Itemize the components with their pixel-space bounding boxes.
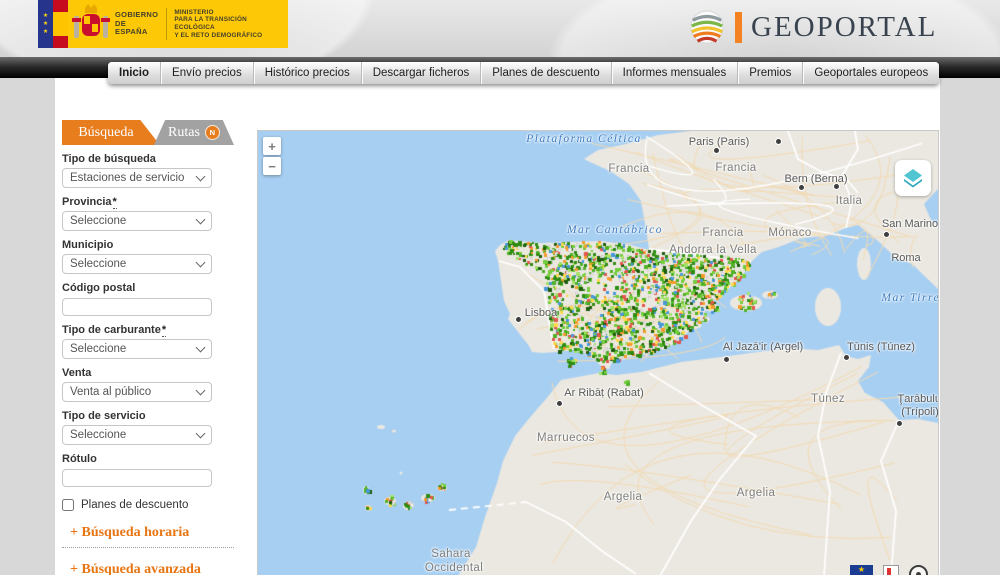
field-tipo-de-carburante: Tipo de carburante* Seleccione xyxy=(62,324,234,359)
planes-descuento-checkbox[interactable] xyxy=(62,499,74,511)
eu-flag-icon[interactable]: ★ xyxy=(850,565,873,575)
geoportal-brand: GEOPORTAL xyxy=(688,8,937,46)
chevron-down-icon xyxy=(195,257,206,268)
select-municipio[interactable]: Seleccione xyxy=(62,254,212,274)
field-tipo-de-b-squeda: Tipo de búsqueda Estaciones de servicio xyxy=(62,153,234,188)
geoportal-page: ★ ★ ★ GOBIERNO DE ESPAÑA MINISTERIO PARA… xyxy=(0,0,1000,575)
search-sidebar: Búsqueda Rutas N Tipo de búsqueda Estacion… xyxy=(62,120,234,575)
select-value: Seleccione xyxy=(70,215,127,227)
select-tipo-de-b-squeda[interactable]: Estaciones de servicio xyxy=(62,168,212,188)
link-+-b-squeda-avanzada[interactable]: + Búsqueda avanzada xyxy=(62,562,234,575)
required-asterisk: * xyxy=(161,324,167,337)
dotted-separator xyxy=(62,547,234,548)
map-canvas[interactable] xyxy=(258,131,938,575)
nav-tab-premios[interactable]: Premios xyxy=(737,62,802,84)
map-zoom-control: + − xyxy=(263,137,281,175)
select-value: Seleccione xyxy=(70,258,127,270)
field-label: Provincia* xyxy=(62,196,117,209)
select-value: Venta al público xyxy=(70,386,152,398)
report-icon[interactable] xyxy=(883,565,899,575)
nav-tab-informes-mensuales[interactable]: Informes mensuales xyxy=(610,62,738,84)
field-tipo-de-servicio: Tipo de servicio Seleccione xyxy=(62,410,234,445)
tab-busqueda[interactable]: Búsqueda xyxy=(62,120,160,145)
ministerio-text: MINISTERIO PARA LA TRANSICIÓN ECOLÓGICA … xyxy=(174,8,263,39)
select-value: Seleccione xyxy=(70,429,127,441)
spain-flag-icon xyxy=(52,0,68,48)
brand-title: GEOPORTAL xyxy=(751,10,938,43)
select-tipo-de-servicio[interactable]: Seleccione xyxy=(62,425,212,445)
nav-tab-env-o-precios[interactable]: Envío precios xyxy=(160,62,253,84)
field-label: Venta xyxy=(62,367,92,379)
select-venta[interactable]: Venta al público xyxy=(62,382,212,402)
nav-tab-descargar-ficheros[interactable]: Descargar ficheros xyxy=(360,62,481,84)
chevron-down-icon xyxy=(195,214,206,225)
map-footer-icons: ★ xyxy=(850,565,928,575)
brand-bar xyxy=(735,11,742,43)
zoom-in-button[interactable]: + xyxy=(263,137,281,155)
layers-button[interactable] xyxy=(895,160,931,196)
map-container: Plataforma Céltica Mar Cantábrico Mar Tirr… xyxy=(257,130,939,575)
field-label: Código postal xyxy=(62,282,136,294)
spain-coat-of-arms-icon xyxy=(68,0,113,48)
chevron-down-icon xyxy=(195,428,206,439)
link-+-b-squeda-horaria[interactable]: + Búsqueda horaria xyxy=(62,525,234,547)
field-venta: Venta Venta al público xyxy=(62,367,234,402)
chevron-down-icon xyxy=(195,385,206,396)
field-provincia: Provincia* Seleccione xyxy=(62,196,234,231)
field-municipio: Municipio Seleccione xyxy=(62,239,234,274)
select-value: Seleccione xyxy=(70,343,127,355)
input-c-digo-postal[interactable] xyxy=(62,298,212,316)
select-tipo-de-carburante[interactable]: Seleccione xyxy=(62,339,212,359)
nav-tab-inicio[interactable]: Inicio xyxy=(108,62,160,84)
planes-descuento-checkbox-row: Planes de descuento xyxy=(62,499,234,511)
rutas-new-badge: N xyxy=(204,125,220,140)
select-value: Estaciones de servicio xyxy=(70,172,185,184)
sidebar-tabs: Búsqueda Rutas N xyxy=(62,120,234,145)
field-label: Tipo de carburante* xyxy=(62,324,167,337)
field-c-digo-postal: Código postal xyxy=(62,282,234,316)
field-r-tulo: Rótulo xyxy=(62,453,234,487)
tab-rutas[interactable]: Rutas N xyxy=(153,120,234,145)
chevron-down-icon xyxy=(195,171,206,182)
required-asterisk: * xyxy=(112,196,117,209)
eu-flag-icon: ★ ★ ★ xyxy=(38,0,53,48)
nav-tab-geoportales-europeos[interactable]: Geoportales europeos xyxy=(802,62,939,84)
layers-icon xyxy=(904,169,922,188)
nav-tab-planes-de-descuento[interactable]: Planes de descuento xyxy=(480,62,610,84)
globe-icon xyxy=(690,10,724,44)
planes-descuento-checkbox-label: Planes de descuento xyxy=(81,499,189,511)
field-label: Tipo de búsqueda xyxy=(62,153,156,165)
zoom-out-button[interactable]: − xyxy=(263,157,281,175)
government-logo: ★ ★ ★ GOBIERNO DE ESPAÑA MINISTERIO PARA… xyxy=(38,0,288,48)
chevron-down-icon xyxy=(195,342,206,353)
field-label: Tipo de servicio xyxy=(62,410,146,422)
input-r-tulo[interactable] xyxy=(62,469,212,487)
top-header: ★ ★ ★ GOBIERNO DE ESPAÑA MINISTERIO PARA… xyxy=(0,0,1000,57)
nav-tab-hist-rico-precios[interactable]: Histórico precios xyxy=(252,62,361,84)
field-label: Municipio xyxy=(62,239,114,251)
geolocate-icon[interactable] xyxy=(909,565,928,575)
field-label: Rótulo xyxy=(62,453,97,465)
select-provincia[interactable]: Seleccione xyxy=(62,211,212,231)
main-navigation: Inicio Envío precios Histórico precios Desc… xyxy=(108,62,940,84)
gobierno-text: GOBIERNO DE ESPAÑA xyxy=(115,10,159,37)
